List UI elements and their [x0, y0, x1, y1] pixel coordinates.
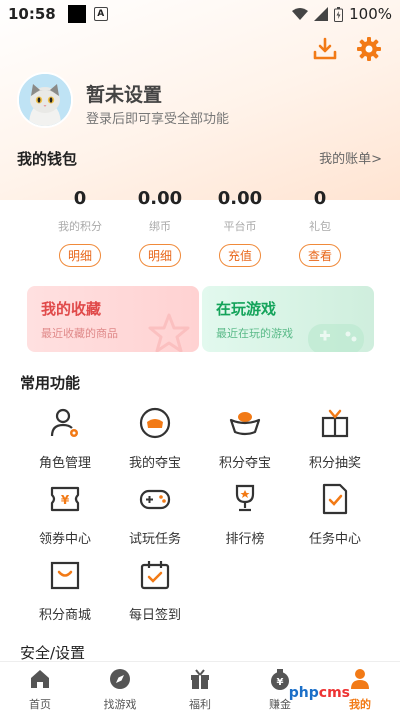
shop-bag-icon	[50, 561, 80, 590]
task-doc-icon	[322, 483, 348, 515]
feature-label: 任务中心	[308, 532, 361, 547]
compass-icon	[110, 669, 130, 689]
feature-label: 积分抽奖	[308, 456, 361, 471]
feature-coupon-center[interactable]: ¥ 领券中心	[20, 482, 110, 547]
gamepad-icon	[139, 489, 171, 510]
wallet-item-points: 0 我的积分 明细	[40, 188, 120, 267]
feature-leaderboard[interactable]: 排行榜	[200, 482, 290, 547]
wallet-item-bound-coin: 0.00 绑币 明细	[120, 188, 200, 267]
star-icon	[148, 313, 190, 352]
money-bag-icon: ¥	[271, 669, 289, 690]
signal-icon	[314, 7, 329, 21]
gamepad-deco-icon	[308, 324, 364, 352]
watermark-part-a: php	[288, 685, 319, 701]
security-settings-title[interactable]: 安全/设置	[20, 642, 85, 663]
feature-label: 试玩任务	[128, 532, 181, 547]
feature-label: 我的夺宝	[128, 456, 181, 471]
feature-daily-checkin[interactable]: 每日签到	[110, 558, 200, 623]
feature-label: 领券中心	[38, 532, 91, 547]
bound-coin-detail-button[interactable]: 明细	[138, 244, 181, 267]
favorites-card[interactable]: 我的收藏 最近收藏的商品	[27, 286, 199, 352]
wallet-value: 0	[313, 188, 327, 209]
gift-view-button[interactable]: 查看	[298, 244, 341, 267]
settings-gear-icon[interactable]	[356, 36, 382, 62]
top-actions	[312, 36, 382, 62]
wallet-value: 0	[73, 188, 87, 209]
nav-welfare[interactable]: 福利	[160, 662, 240, 711]
home-icon	[31, 670, 49, 688]
wallet-value: 0.00	[217, 188, 263, 209]
gift-box-icon	[321, 409, 349, 438]
my-bill-link[interactable]: 我的账单>	[319, 148, 382, 167]
wallet-item-gift: 0 礼包 查看	[280, 188, 360, 267]
feature-label: 每日签到	[128, 608, 181, 623]
wallet-grid: 0 我的积分 明细 0.00 绑币 明细 0.00 平台币 充值 0 礼包 查看	[40, 188, 360, 267]
wallet-label: 绑币	[149, 220, 171, 233]
status-time: 10:58	[8, 5, 56, 23]
svg-text:¥: ¥	[277, 677, 284, 688]
nav-label: 福利	[189, 698, 211, 711]
watermark: phpcms	[289, 685, 350, 701]
nav-label: 找游戏	[103, 698, 137, 711]
app-notification-icon: A	[93, 7, 108, 21]
wallet-label: 我的积分	[58, 220, 102, 233]
nav-find-games[interactable]: 找游戏	[80, 662, 160, 711]
download-icon[interactable]	[312, 36, 338, 62]
user-gear-icon	[50, 408, 78, 437]
trophy-icon	[235, 484, 255, 512]
wallet-label: 平台币	[223, 220, 257, 233]
watermark-part-b: cms	[318, 685, 350, 701]
features-title: 常用功能	[20, 374, 81, 392]
feature-label: 积分商城	[38, 608, 91, 623]
battery-percent: 100%	[349, 5, 392, 23]
feature-label: 角色管理	[38, 456, 91, 471]
treasure-icon	[139, 407, 171, 439]
feature-trial-tasks[interactable]: 试玩任务	[110, 482, 200, 547]
notification-icon	[67, 5, 86, 23]
points-detail-button[interactable]: 明细	[58, 244, 101, 267]
feature-points-treasure[interactable]: 积分夺宝	[200, 406, 290, 471]
feature-points-mall[interactable]: 积分商城	[20, 558, 110, 623]
profile-login-hint[interactable]: 登录后即可享受全部功能	[86, 108, 229, 127]
wifi-icon	[292, 8, 309, 20]
nav-label: 首页	[29, 698, 51, 711]
feature-role-management[interactable]: 角色管理	[20, 406, 110, 471]
feature-points-lottery[interactable]: 积分抽奖	[290, 406, 380, 471]
status-bar: 10:58 A 100%	[0, 0, 400, 28]
playing-games-card[interactable]: 在玩游戏 最近在玩的游戏	[202, 286, 374, 352]
battery-icon	[334, 6, 344, 22]
feature-label: 排行榜	[225, 532, 265, 547]
wallet-item-platform-coin: 0.00 平台币 充值	[200, 188, 280, 267]
gold-ingot-icon	[229, 412, 261, 436]
profile-name[interactable]: 暂未设置	[86, 80, 162, 107]
person-icon	[351, 669, 369, 689]
cat-avatar-icon	[19, 74, 71, 126]
wallet-title: 我的钱包	[17, 150, 78, 168]
nav-home[interactable]: 首页	[0, 662, 80, 711]
svg-text:¥: ¥	[61, 493, 70, 507]
calendar-check-icon	[140, 561, 170, 590]
wallet-label: 礼包	[309, 220, 331, 233]
feature-label: 积分夺宝	[218, 456, 271, 471]
gift-icon	[191, 669, 209, 689]
feature-task-center[interactable]: 任务中心	[290, 482, 380, 547]
feature-my-treasure[interactable]: 我的夺宝	[110, 406, 200, 471]
wallet-value: 0.00	[137, 188, 183, 209]
coupon-icon: ¥	[50, 486, 80, 512]
avatar[interactable]	[17, 72, 73, 128]
recharge-button[interactable]: 充值	[218, 244, 261, 267]
